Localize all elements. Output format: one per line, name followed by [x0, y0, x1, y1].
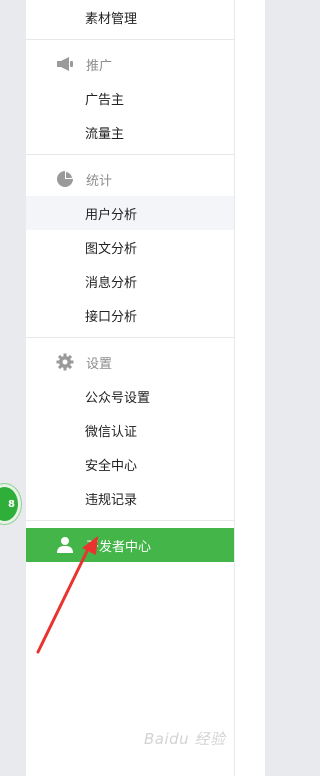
annotation-arrow: [36, 536, 98, 654]
badge-count: 8: [8, 498, 15, 510]
right-panel-edge: [234, 0, 265, 776]
watermark: Baidu 经验: [144, 730, 226, 748]
sidebar-menu: 素材管理 推广 广告主 流量主 统计 用户分析 图文分析 消息分析 接口分析 设…: [26, 0, 234, 776]
floating-badge[interactable]: 8: [0, 484, 21, 524]
